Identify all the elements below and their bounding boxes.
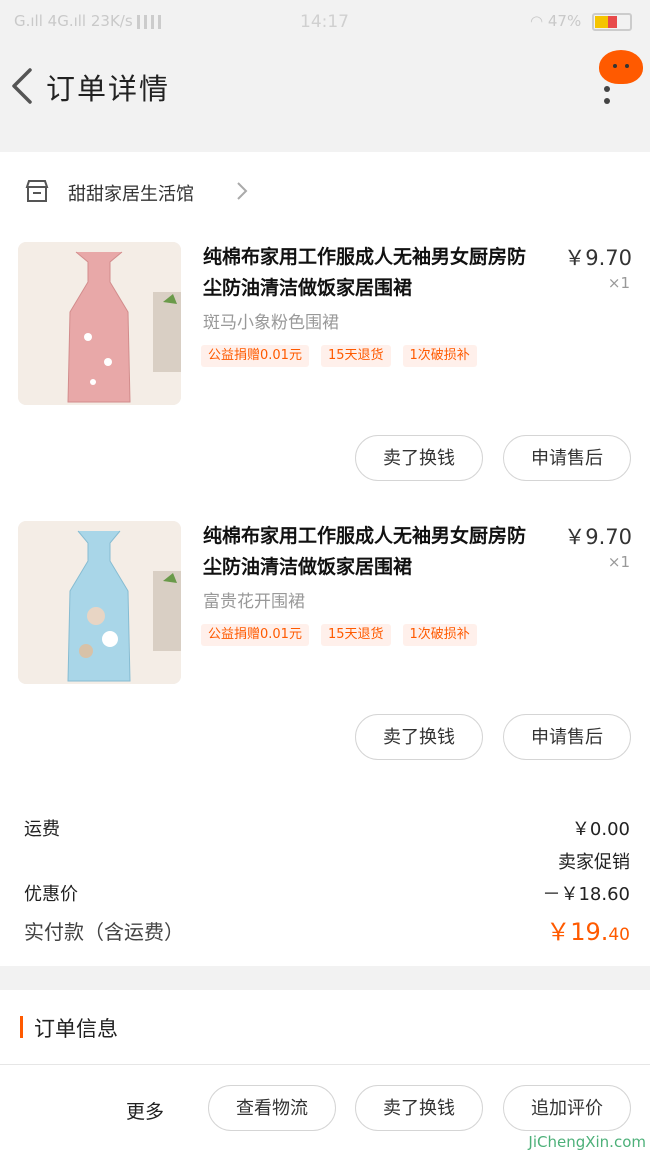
service-tag: 公益捐赠0.01元 [201,624,309,646]
discount-value: －￥18.60 [542,884,630,905]
service-tag: 15天退货 [320,624,391,646]
discount-label: 优惠价 [24,884,78,905]
order-info-title: 订单信息 [34,1017,118,1041]
battery-percent: 47% [547,12,582,30]
clock: 14:17 [300,12,349,32]
battery-icon [592,12,632,31]
seller-promo-label: 卖家促销 [558,852,630,873]
resell-button[interactable]: 卖了换钱 [355,435,483,481]
total-value: ￥19.40 [546,912,630,947]
after-sales-button[interactable]: 申请售后 [503,714,631,760]
status-bar: G.ıll 4G.ıll 23K/s 14:17 ◠ 47% [0,0,650,44]
product-title: 纯棉布家用工作服成人无袖男女厨房防尘防油清洁做饭家居围裙 [203,246,527,299]
more-menu-icon[interactable] [600,80,614,144]
network-speed: G.ıll 4G.ıll 23K/s [14,12,133,30]
resell-button[interactable]: 卖了换钱 [355,714,483,760]
service-tag: 15天退货 [320,345,391,367]
service-tags: 公益捐赠0.01元 15天退货 1次破损补 [201,344,489,367]
discount-row: 优惠价 －￥18.60 [24,880,630,906]
service-tag: 1次破损补 [402,624,477,646]
product-thumbnail[interactable] [18,521,181,684]
after-sales-button[interactable]: 申请售后 [503,435,631,481]
signal-icon [137,14,164,29]
section-accent-bar [20,1016,23,1038]
product-variant: 富贵花开围裙 [203,592,305,612]
more-button[interactable]: 更多 [126,1097,164,1124]
signal-indicators: G.ıll 4G.ıll 23K/s [14,12,164,30]
product-quantity: ×1 [607,553,630,571]
service-tags: 公益捐赠0.01元 15天退货 1次破损补 [201,623,489,646]
store-icon [25,180,49,202]
mascot-icon[interactable] [599,50,643,84]
product-quantity: ×1 [607,274,630,292]
battery-indicator: ◠ 47% [530,12,632,31]
add-review-button[interactable]: 追加评价 [503,1085,631,1131]
product-item[interactable]: 纯棉布家用工作服成人无袖男女厨房防尘防油清洁做饭家居围裙 ￥9.70 ×1 富贵… [0,521,650,684]
back-arrow-icon[interactable] [8,64,42,108]
chevron-right-icon [237,182,248,200]
total-integer: 19. [570,918,609,946]
product-price: ￥9.70 [564,525,632,549]
total-currency: ￥ [546,918,571,946]
product-title: 纯棉布家用工作服成人无袖男女厨房防尘防油清洁做饭家居围裙 [203,525,527,578]
product-price: ￥9.70 [564,246,632,270]
apron-image [18,521,181,684]
shipping-value: ￥0.00 [571,819,630,840]
product-thumbnail[interactable] [18,242,181,405]
apron-image [18,242,181,405]
product-item[interactable]: 纯棉布家用工作服成人无袖男女厨房防尘防油清洁做饭家居围裙 ￥9.70 ×1 斑马… [0,242,650,405]
page-title: 订单详情 [46,72,171,106]
shipping-row: 运费 ￥0.00 [24,815,630,841]
order-card: 甜甜家居生活馆 纯棉布家用工作服成人无袖男女厨房防尘防油清洁做饭家居围裙 ￥9.… [0,152,650,966]
total-label: 实付款（含运费） [24,920,184,944]
resell-button[interactable]: 卖了换钱 [355,1085,483,1131]
order-info-section[interactable]: 订单信息 [0,990,650,1065]
total-decimal: 40 [608,925,630,945]
wifi-icon: ◠ [530,12,544,30]
watermark: JiChengXin.com [528,1133,646,1151]
service-tag: 1次破损补 [402,345,477,367]
navigation-bar: 订单详情 [0,44,650,152]
service-tag: 公益捐赠0.01元 [201,345,309,367]
shop-name: 甜甜家居生活馆 [68,184,194,205]
product-variant: 斑马小象粉色围裙 [203,313,339,333]
shop-header[interactable]: 甜甜家居生活馆 [0,170,650,214]
view-logistics-button[interactable]: 查看物流 [208,1085,336,1131]
shipping-label: 运费 [24,819,60,840]
total-row: 实付款（含运费） ￥19.40 [24,916,630,946]
